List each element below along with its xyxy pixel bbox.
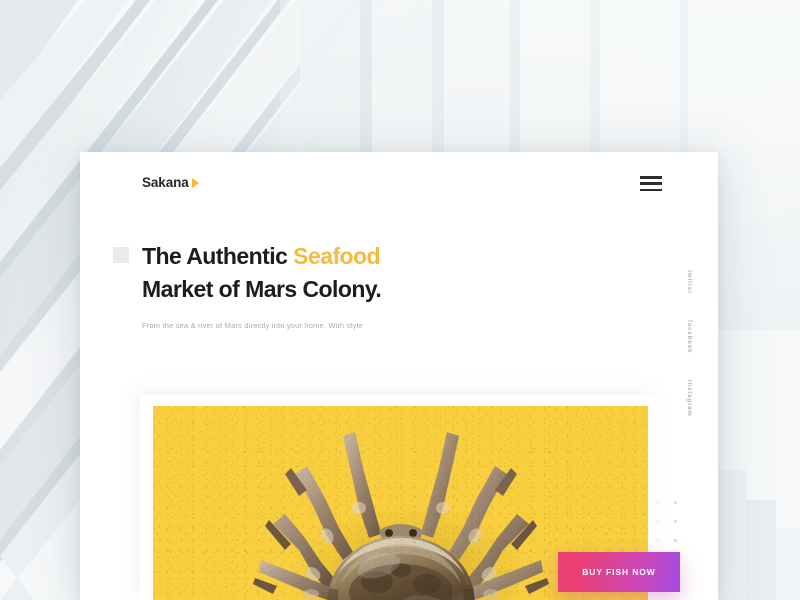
hamburger-menu-icon[interactable] [640, 176, 662, 191]
menu-line-top [640, 176, 662, 179]
social-links-rail: twitter facebook instagram [686, 270, 692, 417]
logo[interactable]: Sakana [142, 175, 199, 190]
headline-line-2: Market of Mars Colony. [142, 276, 382, 302]
buy-fish-now-button[interactable]: BUY FISH NOW [558, 552, 680, 592]
play-triangle-icon [191, 178, 199, 188]
menu-line-middle [640, 182, 662, 185]
headline-accent: Seafood [293, 243, 381, 269]
hero-subtitle: From the sea & river of Mars directly in… [142, 321, 363, 330]
hero-section: The Authentic Seafood Market of Mars Col… [113, 240, 602, 332]
social-link-twitter[interactable]: twitter [686, 270, 692, 294]
website-mockup-card: Sakana The Authentic Seafood Market of M… [80, 152, 718, 600]
grid-dot [674, 501, 678, 505]
menu-line-bottom [640, 188, 662, 191]
logo-text: Sakana [142, 175, 189, 190]
social-link-facebook[interactable]: facebook [686, 320, 692, 354]
decorative-square [113, 247, 129, 263]
headline-plain: The Authentic [142, 243, 294, 269]
social-link-instagram[interactable]: instagram [686, 380, 692, 417]
grid-dot [674, 539, 678, 543]
buy-fish-now-label: BUY FISH NOW [582, 567, 656, 577]
headline-line-1: The Authentic Seafood [142, 240, 602, 273]
site-header: Sakana [80, 152, 718, 222]
crab-photo [251, 432, 551, 600]
grid-dot [674, 520, 678, 524]
